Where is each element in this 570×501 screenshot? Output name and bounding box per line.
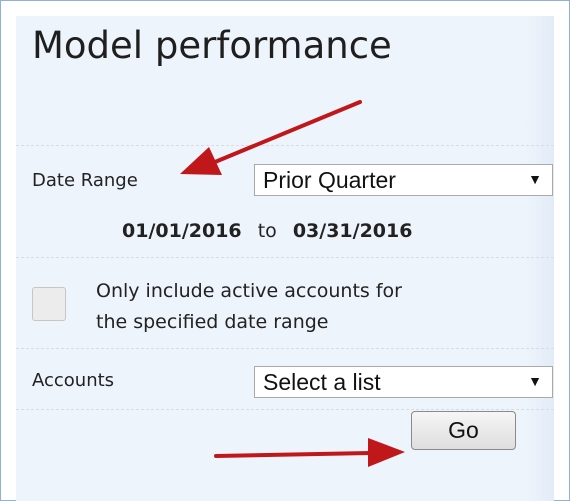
end-date: 03/31/2016	[292, 220, 413, 242]
accounts-selected: Select a list	[263, 369, 381, 395]
accounts-select[interactable]: Select a list ▼	[254, 366, 553, 398]
active-accounts-label-line2: the specified date range	[96, 311, 329, 333]
accounts-label: Accounts	[32, 370, 115, 391]
chevron-down-icon: ▼	[528, 171, 542, 187]
go-button[interactable]: Go	[411, 411, 516, 450]
divider	[16, 145, 554, 146]
start-date: 01/01/2016	[122, 220, 242, 242]
date-range-select[interactable]: Prior Quarter ▼	[254, 164, 553, 196]
date-separator: to	[257, 220, 277, 242]
active-accounts-label: Only include active accounts for the spe…	[96, 276, 496, 338]
divider	[16, 409, 554, 410]
divider	[16, 257, 554, 258]
date-range-label: Date Range	[32, 170, 138, 191]
active-accounts-checkbox[interactable]	[32, 287, 66, 321]
active-accounts-label-line1: Only include active accounts for	[96, 280, 402, 302]
date-range-selected: Prior Quarter	[263, 167, 396, 193]
divider	[16, 348, 554, 349]
date-range-summary: 01/01/2016 to 03/31/2016	[122, 220, 412, 242]
page-title: Model performance	[32, 24, 392, 67]
chevron-down-icon: ▼	[528, 373, 542, 389]
